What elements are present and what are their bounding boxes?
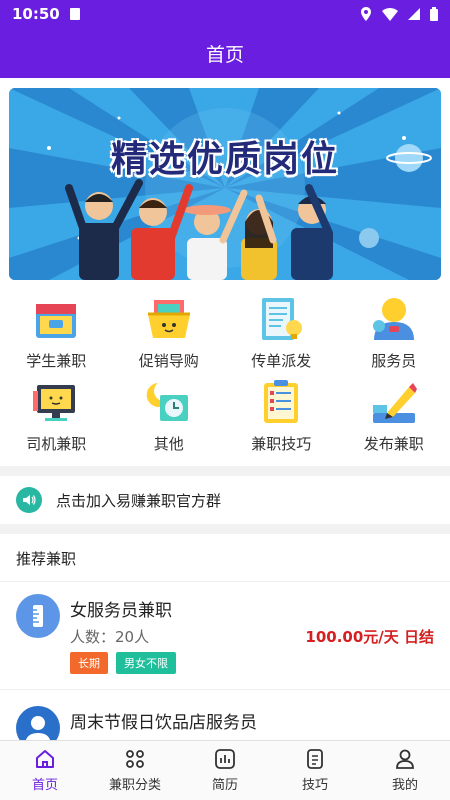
category-other[interactable]: 其他 [113, 377, 226, 454]
speaker-icon [16, 487, 42, 513]
student-job-icon [36, 304, 77, 338]
status-time: 10:50 [12, 5, 60, 23]
category-label: 促销导购 [138, 352, 199, 370]
banner-artwork [9, 88, 441, 280]
job-card[interactable]: 周末节假日饮品店服务员 [0, 690, 450, 740]
job-tag: 长期 [70, 652, 108, 674]
category-label: 学生兼职 [26, 352, 87, 370]
category-label: 服务员 [371, 352, 417, 370]
signal-icon [408, 8, 420, 20]
status-bar: 10:50 [0, 0, 450, 28]
recommend-section: 推荐兼职 女服务员兼职 人数：20人 100.00元/天 日结 长期 男女不限 … [0, 534, 450, 740]
tab-tips[interactable]: 技巧 [270, 741, 360, 800]
driver-monitor-icon [33, 385, 76, 421]
category-grid-icon [126, 750, 144, 768]
ruler-icon [16, 594, 60, 638]
tips-document-icon [307, 749, 323, 769]
banner-headline: 精选优质岗位 [110, 139, 339, 180]
join-group-notice[interactable]: 点击加入易赚兼职官方群 [0, 476, 450, 524]
page-title: 首页 [205, 43, 244, 66]
category-student-job[interactable]: 学生兼职 [0, 294, 113, 371]
notice-text: 点击加入易赚兼职官方群 [56, 491, 222, 510]
tab-label: 兼职分类 [108, 778, 161, 793]
other-clock-icon [146, 383, 188, 421]
tab-label: 简历 [211, 778, 238, 793]
resume-chart-icon [215, 749, 235, 769]
banner-section: 精选优质岗位 [0, 78, 450, 286]
category-tips[interactable]: 兼职技巧 [225, 377, 338, 454]
category-waiter[interactable]: 服务员 [338, 294, 450, 371]
category-publish[interactable]: 发布兼职 [338, 377, 450, 454]
tab-profile[interactable]: 我的 [360, 741, 450, 800]
category-promotion[interactable]: 促销导购 [113, 294, 226, 371]
promotion-basket-icon [147, 300, 190, 338]
profile-icon [396, 749, 414, 769]
job-tags: 长期 男女不限 [70, 652, 176, 674]
battery-icon [430, 7, 438, 21]
job-people-count: 人数：20人 [70, 628, 150, 646]
category-label: 传单派发 [251, 352, 312, 370]
person-avatar-icon [16, 706, 60, 740]
category-label: 司机兼职 [26, 435, 87, 453]
waiter-icon [372, 298, 414, 340]
app-bar: 首页 [0, 28, 450, 78]
recommend-title: 推荐兼职 [0, 534, 450, 582]
banner[interactable]: 精选优质岗位 [9, 88, 441, 280]
category-grid: 学生兼职 促销导购 传单派发 服务员 司机兼职 其他 兼职技巧 发布兼职 [0, 286, 450, 466]
status-icons [360, 7, 438, 21]
sd-card-icon [69, 8, 80, 20]
tab-home[interactable]: 首页 [0, 741, 90, 800]
tab-label: 首页 [31, 778, 58, 793]
category-label: 其他 [153, 435, 184, 453]
home-content[interactable]: 精选优质岗位 学生兼职 促销导购 传单派发 服务员 司机兼职 其他 兼职技巧 发… [0, 78, 450, 740]
tab-categories[interactable]: 兼职分类 [90, 741, 180, 800]
checklist-icon [264, 380, 299, 423]
category-label: 发布兼职 [363, 435, 424, 453]
bottom-tab-bar: 首页 兼职分类 简历 技巧 我的 [0, 740, 450, 800]
job-title: 女服务员兼职 [70, 601, 172, 621]
job-salary: 100.00元/天 日结 [305, 628, 434, 646]
flyer-icon [262, 298, 303, 340]
tab-resume[interactable]: 简历 [180, 741, 270, 800]
wifi-icon [382, 8, 398, 21]
job-card[interactable]: 女服务员兼职 人数：20人 100.00元/天 日结 长期 男女不限 [0, 582, 450, 690]
job-title: 周末节假日饮品店服务员 [70, 713, 257, 733]
job-tag: 男女不限 [116, 652, 176, 674]
tab-label: 技巧 [301, 778, 328, 793]
publish-pencil-icon [372, 383, 417, 423]
category-driver[interactable]: 司机兼职 [0, 377, 113, 454]
category-flyer[interactable]: 传单派发 [225, 294, 338, 371]
tab-label: 我的 [391, 778, 418, 793]
home-icon [36, 750, 54, 768]
category-label: 兼职技巧 [251, 435, 312, 453]
location-icon [361, 7, 371, 21]
